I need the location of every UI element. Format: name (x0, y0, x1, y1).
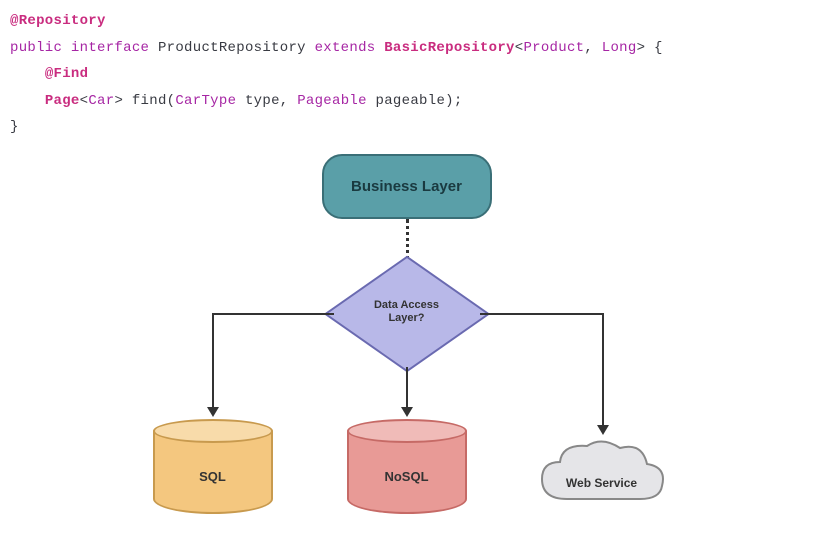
arrow-left (207, 407, 219, 417)
generic-long: Long (602, 40, 637, 56)
sql-label: SQL (153, 469, 273, 484)
decision-diamond: Data Access Layer? (337, 264, 477, 364)
nosql-label: NoSQL (347, 469, 467, 484)
decision-line1: Data Access (374, 299, 439, 311)
arrow-mid (401, 407, 413, 417)
kw-public: public (10, 40, 62, 56)
brace-open: { (654, 40, 663, 56)
business-layer-label: Business Layer (351, 178, 462, 195)
generic-product: Product (523, 40, 584, 56)
nosql-cylinder: NoSQL (347, 419, 467, 514)
cylinder-top (153, 419, 273, 443)
connector-v-right (602, 313, 604, 428)
sql-cylinder: SQL (153, 419, 273, 514)
code-line-5: } (10, 114, 803, 141)
connector-v-left (212, 313, 214, 410)
class-name: ProductRepository (158, 40, 306, 56)
brace-close: } (10, 119, 19, 135)
web-service-label: Web Service (532, 476, 672, 490)
annotation-repository: @Repository (10, 13, 106, 29)
param1-type: CarType (175, 93, 236, 109)
base-class: BasicRepository (384, 40, 515, 56)
param2-type: Pageable (297, 93, 367, 109)
return-type: Page (45, 93, 80, 109)
kw-interface: interface (71, 40, 149, 56)
cloud-icon (532, 434, 672, 514)
code-line-4: Page<Car> find(CarType type, Pageable pa… (10, 88, 803, 115)
param1-name: type (245, 93, 280, 109)
kw-extends: extends (315, 40, 376, 56)
annotation-find: @Find (45, 66, 89, 82)
decision-line2: Layer? (388, 312, 424, 324)
web-service-cloud: Web Service (532, 434, 672, 514)
business-layer-box: Business Layer (322, 154, 492, 219)
code-line-1: @Repository (10, 8, 803, 35)
return-generic: Car (88, 93, 114, 109)
code-line-2: public interface ProductRepository exten… (10, 35, 803, 62)
connector-v-mid (406, 367, 408, 410)
cylinder-top (347, 419, 467, 443)
method-name: find (132, 93, 167, 109)
code-line-3: @Find (10, 61, 803, 88)
param2-name: pageable (376, 93, 446, 109)
decision-label: Data Access Layer? (337, 299, 477, 325)
architecture-diagram: Business Layer Data Access Layer? SQL No… (127, 149, 687, 549)
connector-h-left (212, 313, 334, 315)
connector-h-right (480, 313, 602, 315)
code-block: @Repository public interface ProductRepo… (0, 0, 813, 149)
